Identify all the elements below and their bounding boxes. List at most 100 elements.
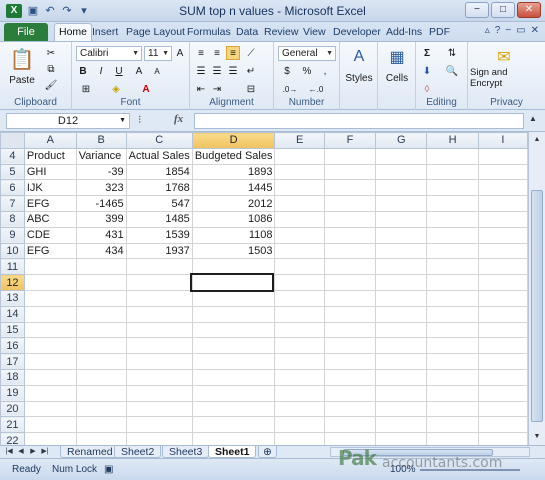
cell-g19[interactable] — [375, 384, 428, 402]
cell-g17[interactable] — [375, 353, 428, 370]
cell-g18[interactable] — [375, 368, 428, 386]
cell-b8[interactable]: 399 — [75, 210, 127, 228]
cell-c11[interactable] — [125, 258, 193, 276]
cell-g4[interactable] — [375, 147, 428, 165]
cell-c6[interactable]: 1768 — [125, 179, 193, 197]
sheet-tab-sheet3[interactable]: Sheet3 — [162, 446, 210, 458]
cell-b20[interactable] — [75, 400, 127, 418]
cell-d15[interactable] — [191, 321, 276, 339]
cell-e19[interactable] — [274, 384, 325, 402]
row-header[interactable]: 17 — [0, 353, 25, 370]
grow-font-icon[interactable]: A — [174, 46, 186, 60]
column-header-a[interactable]: A — [23, 132, 77, 149]
paste-icon[interactable]: 📋 — [6, 45, 38, 73]
cell-e14[interactable] — [274, 305, 325, 323]
tab-file[interactable]: File — [4, 23, 48, 41]
cell-c14[interactable] — [125, 305, 193, 323]
cell-g8[interactable] — [375, 210, 428, 228]
cell-d12[interactable] — [191, 274, 276, 291]
cell-f21[interactable] — [323, 416, 377, 434]
grow-font-size-icon[interactable]: A — [132, 64, 146, 78]
column-header-g[interactable]: G — [375, 132, 428, 149]
cell-d18[interactable] — [191, 368, 276, 386]
cell-b7[interactable]: -1465 — [75, 195, 127, 212]
cell-b14[interactable] — [75, 305, 127, 323]
cell-h19[interactable] — [426, 384, 479, 402]
cell-g7[interactable] — [375, 195, 428, 212]
cell-e22[interactable] — [274, 432, 325, 445]
cell-h10[interactable] — [426, 242, 479, 260]
tab-review[interactable]: Review — [264, 24, 298, 41]
row-header[interactable]: 21 — [0, 416, 25, 434]
cell-f13[interactable] — [323, 289, 377, 307]
cell-g11[interactable] — [375, 258, 428, 276]
cell-d13[interactable] — [191, 289, 276, 307]
cell-h13[interactable] — [426, 289, 479, 307]
close-button[interactable]: ✕ — [517, 2, 541, 18]
worksheet-grid[interactable]: ABCDEFGHI 4 Product Variance Actual Sales Bu… — [0, 132, 528, 445]
tab-data[interactable]: Data — [236, 24, 258, 41]
cell-e8[interactable] — [274, 210, 325, 228]
cells-icon[interactable]: ▦ — [386, 46, 408, 68]
cell-c17[interactable] — [125, 353, 193, 370]
cell-c5[interactable]: 1854 — [125, 163, 193, 181]
cell-f8[interactable] — [323, 210, 377, 228]
cell-e16[interactable] — [274, 337, 325, 355]
cell-i16[interactable] — [477, 337, 528, 355]
next-sheet-icon[interactable]: ▶ — [28, 446, 38, 458]
cell-h20[interactable] — [426, 400, 479, 418]
cell-a16[interactable] — [23, 337, 77, 355]
column-header-i[interactable]: I — [477, 132, 528, 149]
cell-a22[interactable] — [23, 432, 77, 445]
cell-h16[interactable] — [426, 337, 479, 355]
cell-b11[interactable] — [75, 258, 127, 276]
sort-filter-icon[interactable]: ⇅ — [442, 46, 462, 60]
row-header[interactable]: 9 — [0, 226, 25, 244]
cell-f22[interactable] — [323, 432, 377, 445]
cell-f6[interactable] — [323, 179, 377, 197]
cell-d7[interactable]: 2012 — [191, 195, 276, 212]
cell-c4[interactable]: Actual Sales — [125, 147, 193, 165]
sign-encrypt-button[interactable]: Sign and Encrypt — [470, 67, 540, 89]
cell-h12[interactable] — [426, 274, 479, 291]
row-header[interactable]: 15 — [0, 321, 25, 339]
cell-i15[interactable] — [477, 321, 528, 339]
cell-f17[interactable] — [323, 353, 377, 370]
increase-decimal-icon[interactable]: .0→ — [280, 82, 300, 96]
workbook-minimize-icon[interactable]: − — [505, 25, 511, 36]
cell-g5[interactable] — [375, 163, 428, 181]
cell-c18[interactable] — [125, 368, 193, 386]
cell-d9[interactable]: 1108 — [191, 226, 276, 244]
cell-b9[interactable]: 431 — [75, 226, 127, 244]
cell-b16[interactable] — [75, 337, 127, 355]
column-header-e[interactable]: E — [274, 132, 325, 149]
macro-record-icon[interactable]: ▣ — [104, 464, 113, 475]
row-header[interactable]: 7 — [0, 195, 25, 212]
cell-f9[interactable] — [323, 226, 377, 244]
cell-i10[interactable] — [477, 242, 528, 260]
cell-c7[interactable]: 547 — [125, 195, 193, 212]
cell-b22[interactable] — [75, 432, 127, 445]
cell-i13[interactable] — [477, 289, 528, 307]
cell-h17[interactable] — [426, 353, 479, 370]
cell-f16[interactable] — [323, 337, 377, 355]
row-header[interactable]: 11 — [0, 258, 25, 276]
workbook-close-icon[interactable]: ✕ — [531, 25, 539, 36]
cell-g20[interactable] — [375, 400, 428, 418]
cell-c15[interactable] — [125, 321, 193, 339]
increase-indent-icon[interactable]: ⇥ — [210, 82, 224, 96]
insert-sheet-icon[interactable]: ⊕ — [258, 446, 277, 458]
cell-a9[interactable]: CDE — [23, 226, 77, 244]
cell-a15[interactable] — [23, 321, 77, 339]
cell-c10[interactable]: 1937 — [125, 242, 193, 260]
cell-a7[interactable]: EFG — [23, 195, 77, 212]
tab-addins[interactable]: Add-Ins — [386, 24, 422, 41]
format-painter-icon[interactable]: 🖌 — [44, 78, 58, 92]
cell-d4[interactable]: Budgeted Sales — [191, 147, 276, 165]
cell-d14[interactable] — [191, 305, 276, 323]
row-header[interactable]: 10 — [0, 242, 25, 260]
cell-b15[interactable] — [75, 321, 127, 339]
autosum-button[interactable]: Σ — [420, 46, 434, 60]
styles-button[interactable]: Styles — [340, 72, 378, 84]
cell-h18[interactable] — [426, 368, 479, 386]
